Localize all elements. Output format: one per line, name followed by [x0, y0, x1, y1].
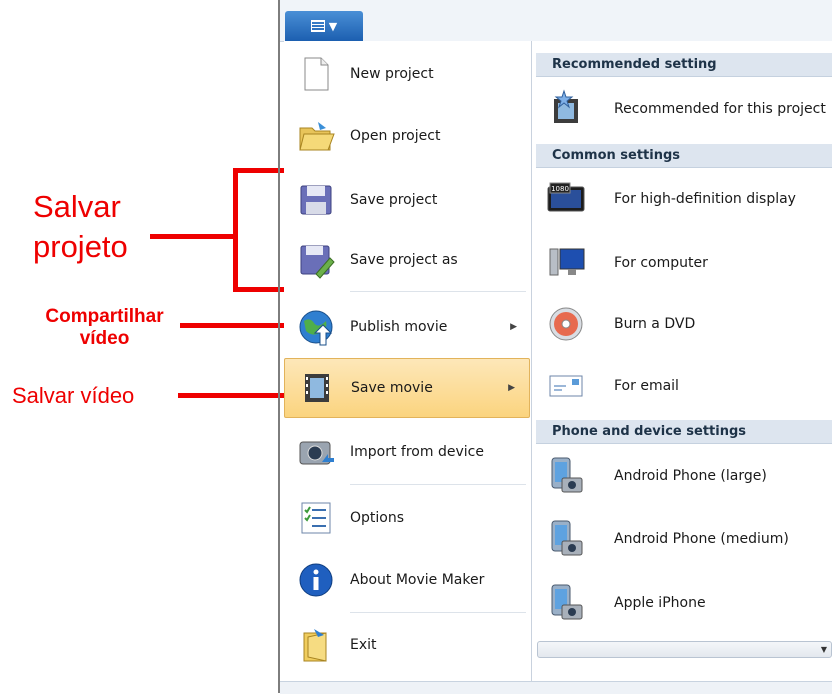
email-envelope-icon — [549, 375, 583, 397]
option-label: For email — [614, 378, 679, 394]
annotation-share-video: Compartilhar vídeo — [45, 306, 164, 349]
menu-item-open-project[interactable]: Open project — [284, 107, 531, 165]
menu-item-label: Save movie — [351, 380, 433, 396]
phone-camera-icon — [551, 520, 583, 556]
computer-icon — [549, 248, 585, 276]
menu-item-options[interactable]: Options — [284, 489, 531, 547]
open-folder-icon — [299, 122, 335, 151]
option-label: For high-definition display — [614, 191, 796, 207]
menu-item-save-project-as[interactable]: Save project as — [284, 231, 531, 289]
globe-upload-icon — [299, 310, 333, 346]
checklist-icon — [301, 502, 331, 534]
option-label: Apple iPhone — [614, 595, 706, 611]
option-computer[interactable]: For computer — [536, 233, 832, 293]
menu-item-label: Publish movie — [350, 319, 448, 335]
exit-folder-icon — [303, 629, 327, 662]
info-icon — [299, 563, 333, 597]
annotation-bracket-line — [150, 234, 236, 239]
floppy-pencil-icon — [300, 245, 335, 279]
option-label: For computer — [614, 255, 708, 271]
phone-camera-icon — [551, 584, 583, 620]
menu-item-publish-movie[interactable]: Publish movie ▶ — [284, 298, 531, 356]
save-movie-submenu: Recommended setting Recommended for this… — [532, 41, 832, 681]
option-recommended-project[interactable]: Recommended for this project — [536, 79, 832, 139]
horizontal-scrollbar[interactable]: ▼ — [537, 641, 832, 658]
menu-separator — [350, 291, 526, 292]
annotation-bracket-vertical — [233, 168, 238, 292]
menu-item-label: Import from device — [350, 444, 484, 460]
menu-item-import-from-device[interactable]: Import from device — [284, 423, 531, 481]
window-border — [278, 0, 280, 693]
hd-badge: 1080 — [551, 185, 569, 193]
annotation-save-video: Salvar vídeo — [12, 383, 135, 408]
option-hd-display[interactable]: 1080 For high-definition display — [536, 169, 832, 229]
camera-import-icon — [299, 441, 334, 465]
submenu-arrow-icon: ▶ — [510, 322, 517, 332]
submenu-arrow-icon: ▶ — [508, 383, 515, 393]
application-menu-button[interactable]: ▼ — [285, 11, 363, 41]
scroll-down-arrow-icon[interactable]: ▼ — [821, 645, 827, 654]
menu-item-about[interactable]: About Movie Maker — [284, 551, 531, 609]
option-label: Android Phone (large) — [614, 468, 767, 484]
option-android-medium[interactable]: Android Phone (medium) — [536, 509, 832, 569]
menu-item-save-project[interactable]: Save project — [284, 171, 531, 229]
menu-item-new-project[interactable]: New project — [284, 45, 531, 103]
option-label: Recommended for this project — [614, 101, 826, 117]
menu-item-label: Exit — [350, 637, 377, 653]
menu-separator — [350, 612, 526, 613]
menu-item-label: New project — [350, 66, 434, 82]
section-header-recommended: Recommended setting — [536, 53, 832, 77]
option-label: Android Phone (medium) — [614, 531, 789, 547]
option-android-large[interactable]: Android Phone (large) — [536, 446, 832, 506]
menu-item-label: Options — [350, 510, 405, 526]
menu-item-save-movie[interactable]: Save movie ▶ — [284, 358, 530, 418]
option-label: Burn a DVD — [614, 316, 696, 332]
film-strip-icon — [305, 374, 329, 402]
menu-icon — [310, 20, 325, 32]
section-header-common: Common settings — [536, 144, 832, 168]
menu-item-label: Save project — [350, 192, 438, 208]
section-header-phone: Phone and device settings — [536, 420, 832, 444]
blank-page-icon — [304, 57, 329, 91]
floppy-disk-icon — [300, 185, 332, 215]
menu-separator — [350, 484, 526, 485]
menu-item-label: Save project as — [350, 252, 458, 268]
chevron-down-icon: ▼ — [328, 19, 338, 33]
recommended-film-icon — [554, 89, 578, 123]
status-bar — [280, 681, 832, 694]
menu-item-label: About Movie Maker — [350, 572, 485, 588]
annotation-save-project: Salvar projeto — [33, 189, 128, 264]
phone-camera-icon — [551, 457, 583, 493]
application-menu-left: New project Open project Save project Sa… — [284, 41, 532, 681]
menu-item-exit[interactable]: Exit — [284, 616, 531, 674]
option-apple-iphone[interactable]: Apple iPhone — [536, 573, 832, 633]
annotation-save-video-line — [178, 393, 286, 398]
annotation-share-line — [180, 323, 286, 328]
option-burn-dvd[interactable]: Burn a DVD — [536, 294, 832, 354]
dvd-disc-icon — [549, 307, 583, 341]
option-email[interactable]: For email — [536, 356, 832, 416]
menu-item-label: Open project — [350, 128, 441, 144]
hd-display-icon: 1080 — [547, 182, 585, 212]
